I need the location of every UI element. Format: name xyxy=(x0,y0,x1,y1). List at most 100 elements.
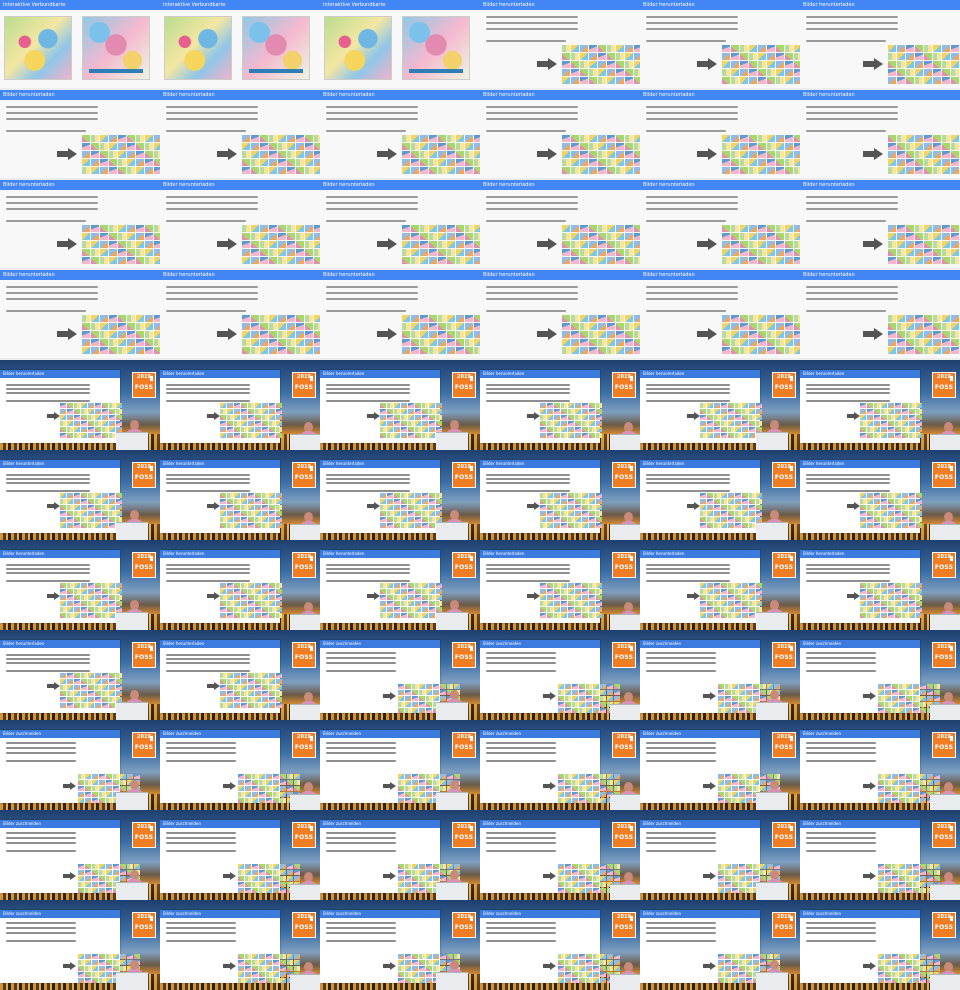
image-tile xyxy=(906,792,912,797)
video-frame[interactable]: Bilder herunterladen xyxy=(480,0,640,90)
video-frame[interactable]: Bilder zuschneiden 2019 FOSS xyxy=(320,900,480,990)
code-line xyxy=(6,286,98,288)
image-tile xyxy=(102,691,108,696)
video-frame[interactable]: Bilder herunterladen 2019 FOSS xyxy=(0,540,160,630)
image-tile xyxy=(422,589,428,594)
image-tile xyxy=(906,696,912,701)
video-frame[interactable]: Bilder herunterladen 2019 FOSS xyxy=(640,450,800,540)
image-tile xyxy=(589,409,595,414)
video-frame[interactable]: Interaktive Verbundkarte xyxy=(160,0,320,90)
video-frame[interactable]: Bilder herunterladen xyxy=(800,270,960,360)
video-frame[interactable]: Bilder herunterladen 2019 FOSS xyxy=(800,450,960,540)
video-frame[interactable]: Bilder zuschneiden 2019 FOSS xyxy=(800,900,960,990)
video-frame[interactable]: Bilder herunterladen xyxy=(800,180,960,270)
video-frame[interactable]: Bilder zuschneiden 2019 FOSS xyxy=(640,810,800,900)
video-frame[interactable]: Bilder zuschneiden 2019 FOSS xyxy=(0,900,160,990)
video-frame[interactable]: Bilder zuschneiden 2019 FOSS xyxy=(320,720,480,810)
image-tile xyxy=(269,241,277,248)
video-frame[interactable]: Bilder herunterladen 2019 FOSS xyxy=(160,360,320,450)
video-frame[interactable]: Bilder herunterladen 2019 FOSS xyxy=(160,540,320,630)
video-frame[interactable]: Bilder herunterladen xyxy=(480,180,640,270)
video-frame[interactable]: Bilder herunterladen xyxy=(640,270,800,360)
video-frame[interactable]: Bilder herunterladen xyxy=(320,180,480,270)
logo-mark xyxy=(950,646,953,651)
video-frame[interactable]: Bilder zuschneiden 2019 FOSS xyxy=(640,900,800,990)
video-frame[interactable]: Interaktive Verbundkarte xyxy=(0,0,160,90)
video-frame[interactable]: Bilder zuschneiden 2019 FOSS xyxy=(480,630,640,720)
video-frame[interactable]: Bilder herunterladen xyxy=(320,90,480,180)
image-tile xyxy=(415,523,421,528)
video-frame[interactable]: Bilder herunterladen xyxy=(160,180,320,270)
video-frame[interactable]: Bilder herunterladen 2019 FOSS xyxy=(0,360,160,450)
image-tile xyxy=(881,493,887,498)
image-tile xyxy=(109,499,115,504)
video-frame[interactable]: Bilder herunterladen 2019 FOSS xyxy=(640,540,800,630)
lectern xyxy=(116,612,148,630)
image-tile xyxy=(278,151,286,158)
image-tile xyxy=(561,595,567,600)
video-frame[interactable]: Bilder zuschneiden 2019 FOSS xyxy=(640,720,800,810)
image-tile-grid xyxy=(722,225,800,264)
video-frame[interactable]: Bilder herunterladen xyxy=(0,270,160,360)
video-frame[interactable]: Bilder zuschneiden 2019 FOSS xyxy=(0,810,160,900)
image-tile xyxy=(920,708,926,713)
video-frame[interactable]: Bilder herunterladen xyxy=(320,270,480,360)
video-frame[interactable]: Bilder zuschneiden 2019 FOSS xyxy=(160,900,320,990)
image-tile xyxy=(394,427,400,432)
image-tile xyxy=(722,233,730,240)
image-tile xyxy=(465,323,473,330)
video-frame[interactable]: Bilder zuschneiden 2019 FOSS xyxy=(800,720,960,810)
video-frame[interactable]: Bilder herunterladen 2019 FOSS xyxy=(480,540,640,630)
video-frame[interactable]: Bilder zuschneiden 2019 FOSS xyxy=(160,720,320,810)
image-tile xyxy=(732,702,738,707)
video-frame[interactable]: Bilder herunterladen xyxy=(480,270,640,360)
image-tile xyxy=(60,685,66,690)
video-frame[interactable]: Bilder herunterladen 2019 FOSS xyxy=(160,450,320,540)
image-tile xyxy=(238,798,244,803)
video-frame[interactable]: Bilder herunterladen 2019 FOSS xyxy=(480,450,640,540)
video-frame[interactable]: Bilder herunterladen xyxy=(640,0,800,90)
video-frame[interactable]: Bilder zuschneiden 2019 FOSS xyxy=(480,900,640,990)
video-frame[interactable]: Bilder zuschneiden 2019 FOSS xyxy=(320,810,480,900)
video-frame[interactable]: Bilder herunterladen xyxy=(160,270,320,360)
video-frame[interactable]: Bilder zuschneiden 2019 FOSS xyxy=(640,630,800,720)
image-tile xyxy=(732,798,738,803)
video-frame[interactable]: Bilder herunterladen 2019 FOSS xyxy=(320,360,480,450)
video-frame[interactable]: Bilder zuschneiden 2019 FOSS xyxy=(480,720,640,810)
image-tile xyxy=(746,786,752,791)
video-frame[interactable]: Bilder herunterladen 2019 FOSS xyxy=(320,450,480,540)
video-frame[interactable]: Bilder zuschneiden 2019 FOSS xyxy=(160,810,320,900)
video-frame[interactable]: Bilder herunterladen xyxy=(640,180,800,270)
video-frame[interactable]: Bilder herunterladen 2019 FOSS xyxy=(320,540,480,630)
video-frame[interactable]: Bilder herunterladen xyxy=(800,0,960,90)
video-frame[interactable]: Bilder herunterladen xyxy=(0,90,160,180)
image-tile xyxy=(280,978,286,983)
image-tile xyxy=(867,511,873,516)
video-frame[interactable]: Bilder herunterladen 2019 FOSS xyxy=(480,360,640,450)
video-frame[interactable]: Bilder herunterladen xyxy=(640,90,800,180)
slide-title: Bilder zuschneiden xyxy=(163,911,201,916)
video-frame[interactable]: Bilder herunterladen 2019 FOSS xyxy=(0,450,160,540)
video-frame[interactable]: Bilder zuschneiden 2019 FOSS xyxy=(0,720,160,810)
image-tile xyxy=(259,972,265,977)
video-frame[interactable]: Bilder herunterladen xyxy=(0,180,160,270)
video-frame[interactable]: Bilder zuschneiden 2019 FOSS xyxy=(800,630,960,720)
video-frame[interactable]: Bilder herunterladen 2019 FOSS xyxy=(0,630,160,720)
video-frame[interactable]: Bilder zuschneiden 2019 FOSS xyxy=(320,630,480,720)
video-frame[interactable]: Bilder herunterladen 2019 FOSS xyxy=(800,360,960,450)
image-tile xyxy=(906,954,912,959)
video-frame[interactable]: Bilder zuschneiden 2019 FOSS xyxy=(800,810,960,900)
code-line xyxy=(6,658,90,660)
video-frame[interactable]: Interaktive Verbundkarte xyxy=(320,0,480,90)
image-tile xyxy=(429,233,437,240)
video-frame[interactable]: Bilder herunterladen xyxy=(800,90,960,180)
fossgis-logo: 2019 FOSS xyxy=(932,912,956,938)
video-frame[interactable]: Bilder herunterladen 2019 FOSS xyxy=(160,630,320,720)
video-contact-sheet: Interaktive Verbundkarte Interaktive Verb… xyxy=(0,0,960,990)
video-frame[interactable]: Bilder herunterladen xyxy=(480,90,640,180)
image-tile xyxy=(67,589,73,594)
video-frame[interactable]: Bilder herunterladen xyxy=(160,90,320,180)
video-frame[interactable]: Bilder herunterladen 2019 FOSS xyxy=(640,360,800,450)
video-frame[interactable]: Bilder herunterladen 2019 FOSS xyxy=(800,540,960,630)
video-frame[interactable]: Bilder zuschneiden 2019 FOSS xyxy=(480,810,640,900)
